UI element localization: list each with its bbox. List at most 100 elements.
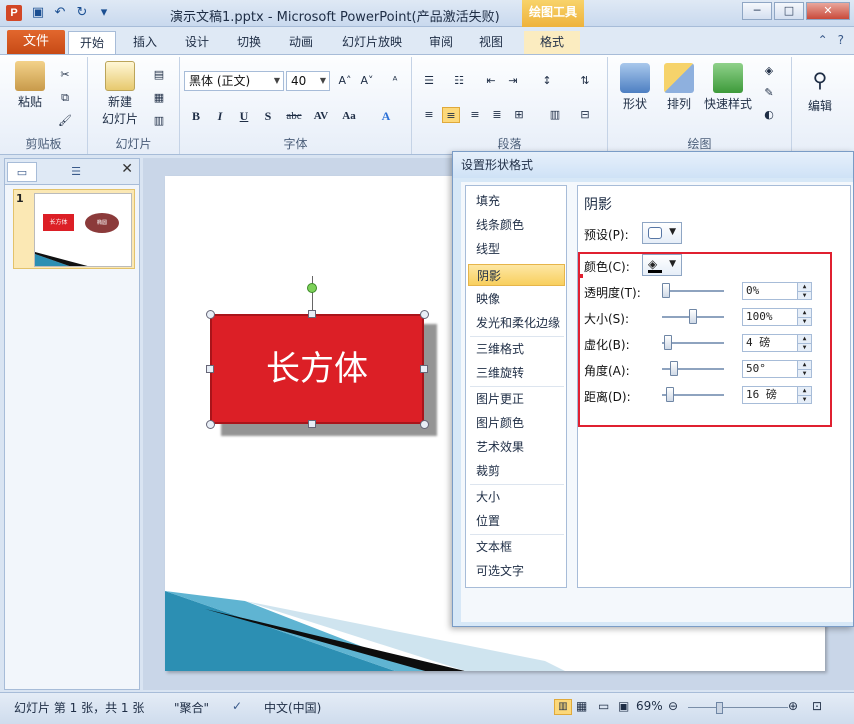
format-painter-icon[interactable]: 🖌 bbox=[56, 113, 74, 129]
tab-animations[interactable]: 动画 bbox=[280, 31, 322, 54]
powerpoint-icon[interactable]: P bbox=[6, 5, 22, 21]
tab-format[interactable]: 格式 bbox=[524, 31, 580, 54]
preset-dropdown[interactable]: ▼ bbox=[642, 222, 682, 244]
new-slide-button[interactable]: 新建 幻灯片 bbox=[94, 61, 146, 127]
category-shadow[interactable]: 阴影 bbox=[468, 264, 565, 286]
increase-indent-icon[interactable]: ⇥ bbox=[504, 73, 522, 89]
layout-icon[interactable]: ▤ bbox=[150, 67, 168, 83]
bullets-icon[interactable]: ☰ bbox=[420, 73, 438, 89]
section-icon[interactable]: ▥ bbox=[150, 113, 168, 129]
tab-file[interactable]: 文件 bbox=[7, 30, 65, 54]
spin-up-icon[interactable]: ▲ bbox=[797, 283, 811, 291]
slider-knob[interactable] bbox=[666, 387, 674, 402]
paste-button[interactable]: 粘贴 bbox=[8, 61, 52, 110]
shrink-font-icon[interactable]: A˅ bbox=[358, 73, 376, 89]
maximize-button[interactable]: □ bbox=[774, 2, 804, 20]
resize-handle[interactable] bbox=[308, 420, 316, 428]
spin-up-icon[interactable]: ▲ bbox=[797, 361, 811, 369]
shadow-button[interactable]: S bbox=[258, 107, 278, 125]
font-family-select[interactable]: 黑体 (正文) ▼ bbox=[184, 71, 284, 91]
undo-icon[interactable]: ↶ bbox=[52, 5, 68, 21]
rotation-handle[interactable] bbox=[307, 283, 317, 293]
category-reflection[interactable]: 映像 bbox=[468, 288, 565, 310]
tab-design[interactable]: 设计 bbox=[176, 31, 218, 54]
angle-input[interactable]: 50° ▲ ▼ bbox=[742, 360, 812, 378]
spin-down-icon[interactable]: ▼ bbox=[797, 317, 811, 325]
copy-icon[interactable]: ⧉ bbox=[56, 90, 74, 106]
resize-handle[interactable] bbox=[420, 365, 428, 373]
category-fill[interactable]: 填充 bbox=[468, 190, 565, 212]
slider-knob[interactable] bbox=[670, 361, 678, 376]
category-glow-soft-edges[interactable]: 发光和柔化边缘 bbox=[468, 312, 565, 334]
tab-insert[interactable]: 插入 bbox=[124, 31, 166, 54]
category-position[interactable]: 位置 bbox=[468, 510, 565, 532]
align-text-icon[interactable]: ⊟ bbox=[576, 107, 594, 123]
rectangle-shape[interactable]: 长方体 bbox=[210, 314, 424, 424]
resize-handle[interactable] bbox=[420, 420, 429, 429]
resize-handle[interactable] bbox=[206, 365, 214, 373]
underline-button[interactable]: U bbox=[234, 107, 254, 125]
change-case-button[interactable]: Aa bbox=[336, 107, 362, 125]
clear-format-icon[interactable]: ᴬ bbox=[386, 73, 404, 89]
spell-check-icon[interactable]: ✓ bbox=[232, 699, 242, 713]
customize-qat-icon[interactable]: ▾ bbox=[96, 5, 112, 21]
strikethrough-button[interactable]: abc bbox=[282, 107, 306, 125]
close-button[interactable]: ✕ bbox=[806, 2, 850, 20]
spin-down-icon[interactable]: ▼ bbox=[797, 343, 811, 351]
tab-home[interactable]: 开始 bbox=[68, 31, 116, 54]
category-3d-format[interactable]: 三维格式 bbox=[468, 338, 565, 360]
shadow-color-dropdown[interactable]: ◈ ▼ bbox=[642, 254, 682, 276]
spin-down-icon[interactable]: ▼ bbox=[797, 369, 811, 377]
arrange-button[interactable]: 排列 bbox=[658, 63, 700, 112]
numbering-icon[interactable]: ☷ bbox=[450, 73, 468, 89]
font-color-button[interactable]: A bbox=[376, 107, 396, 125]
shape-effects-icon[interactable]: ◐ bbox=[760, 107, 778, 123]
size-slider[interactable] bbox=[662, 309, 724, 324]
spin-up-icon[interactable]: ▲ bbox=[797, 387, 811, 395]
resize-handle[interactable] bbox=[206, 420, 215, 429]
shape-fill-icon[interactable]: ◈ bbox=[760, 63, 778, 79]
category-line-style[interactable]: 线型 bbox=[468, 238, 565, 260]
category-3d-rotation[interactable]: 三维旋转 bbox=[468, 362, 565, 384]
edit-button[interactable]: ⚲ 编辑 bbox=[796, 65, 844, 114]
spin-down-icon[interactable]: ▼ bbox=[797, 395, 811, 403]
shape-outline-icon[interactable]: ✎ bbox=[760, 85, 778, 101]
fit-to-window-icon[interactable]: ⊡ bbox=[812, 699, 822, 713]
close-icon[interactable]: ✕ bbox=[121, 161, 133, 177]
line-spacing-icon[interactable]: ↕ bbox=[538, 73, 556, 89]
zoom-slider[interactable] bbox=[688, 707, 788, 708]
font-size-select[interactable]: 40 ▼ bbox=[286, 71, 330, 91]
cut-icon[interactable]: ✂ bbox=[56, 67, 74, 83]
resize-handle[interactable] bbox=[308, 310, 316, 318]
align-center-icon[interactable]: ≡ bbox=[442, 107, 460, 123]
slider-knob[interactable] bbox=[664, 335, 672, 350]
category-text-box[interactable]: 文本框 bbox=[468, 536, 565, 558]
outline-tab-icon[interactable]: ☰ bbox=[61, 162, 91, 182]
char-spacing-button[interactable]: AV bbox=[308, 107, 334, 125]
zoom-slider-knob[interactable] bbox=[716, 702, 723, 714]
slider-knob[interactable] bbox=[689, 309, 697, 324]
redo-icon[interactable]: ↻ bbox=[74, 5, 90, 21]
language[interactable]: 中文(中国) bbox=[264, 699, 321, 716]
slide-sorter-icon[interactable]: ▦ bbox=[576, 699, 587, 713]
minimize-ribbon-icon[interactable]: ⌃ bbox=[818, 33, 828, 47]
italic-button[interactable]: I bbox=[210, 107, 230, 125]
tab-slideshow[interactable]: 幻灯片放映 bbox=[334, 31, 410, 54]
distance-slider[interactable] bbox=[662, 387, 724, 402]
slide-thumbnail[interactable]: 1 长方体 椭圆 bbox=[13, 189, 135, 269]
distance-input[interactable]: 16 磅 ▲ ▼ bbox=[742, 386, 812, 404]
category-size[interactable]: 大小 bbox=[468, 486, 565, 508]
align-left-icon[interactable]: ≡ bbox=[420, 107, 438, 123]
resize-handle[interactable] bbox=[420, 310, 429, 319]
distribute-icon[interactable]: ⊞ bbox=[510, 107, 528, 123]
minimize-button[interactable]: ─ bbox=[742, 2, 772, 20]
slider-knob[interactable] bbox=[662, 283, 670, 298]
decrease-indent-icon[interactable]: ⇤ bbox=[482, 73, 500, 89]
align-right-icon[interactable]: ≡ bbox=[466, 107, 484, 123]
bold-button[interactable]: B bbox=[186, 107, 206, 125]
zoom-out-icon[interactable]: ⊖ bbox=[668, 699, 678, 713]
justify-icon[interactable]: ≣ bbox=[488, 107, 506, 123]
transparency-input[interactable]: 0% ▲ ▼ bbox=[742, 282, 812, 300]
help-icon[interactable]: ? bbox=[838, 33, 844, 47]
category-picture-color[interactable]: 图片颜色 bbox=[468, 412, 565, 434]
